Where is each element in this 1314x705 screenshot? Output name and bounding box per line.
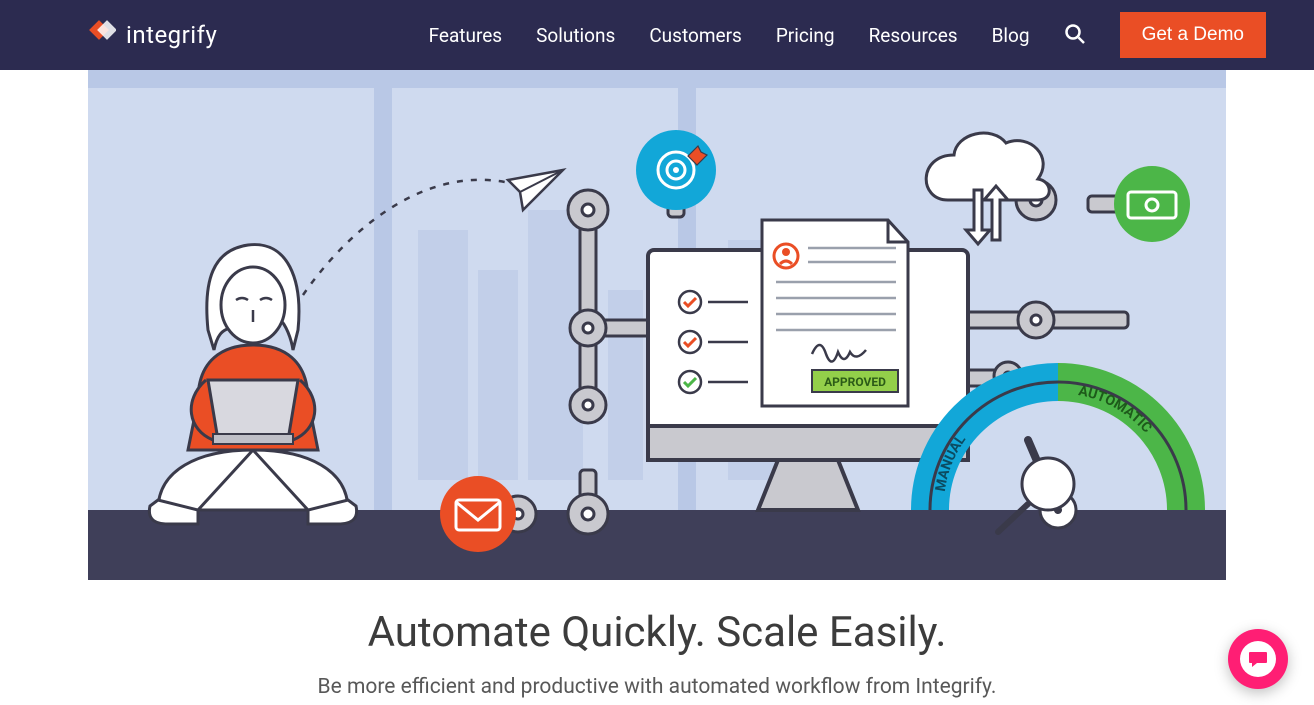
search-icon [1064,23,1086,48]
hero-headline-wrap: Automate Quickly. Scale Easily. [0,608,1314,657]
hero-subhead: Be more efficient and productive with au… [0,675,1314,699]
nav-link-solutions[interactable]: Solutions [536,24,615,47]
nav-right: Features Solutions Customers Pricing Res… [429,12,1266,58]
money-icon [1114,166,1190,242]
brand-logo[interactable]: integrify [88,19,217,51]
nav-link-resources[interactable]: Resources [869,24,958,47]
chat-icon [1240,641,1276,677]
hero-headline: Automate Quickly. Scale Easily. [0,608,1314,657]
nav-link-blog[interactable]: Blog [992,24,1030,47]
hero-illustration: APPROVED MANUAL AUTOMATIC [88,70,1226,580]
cta-get-demo-button[interactable]: Get a Demo [1120,12,1266,58]
target-icon [636,130,716,210]
brand-logo-icon [88,19,116,51]
chat-launcher-button[interactable] [1228,629,1288,689]
envelope-icon [440,476,516,552]
document-illustration: APPROVED [762,220,908,406]
search-button[interactable] [1064,23,1086,48]
brand-name: integrify [126,21,217,49]
approved-stamp-label: APPROVED [824,375,886,389]
nav-link-pricing[interactable]: Pricing [776,24,835,47]
hero: APPROVED MANUAL AUTOMATIC [0,70,1314,580]
nav-link-customers[interactable]: Customers [649,24,742,47]
nav-link-features[interactable]: Features [429,24,503,47]
navbar: integrify Features Solutions Customers P… [0,0,1314,70]
